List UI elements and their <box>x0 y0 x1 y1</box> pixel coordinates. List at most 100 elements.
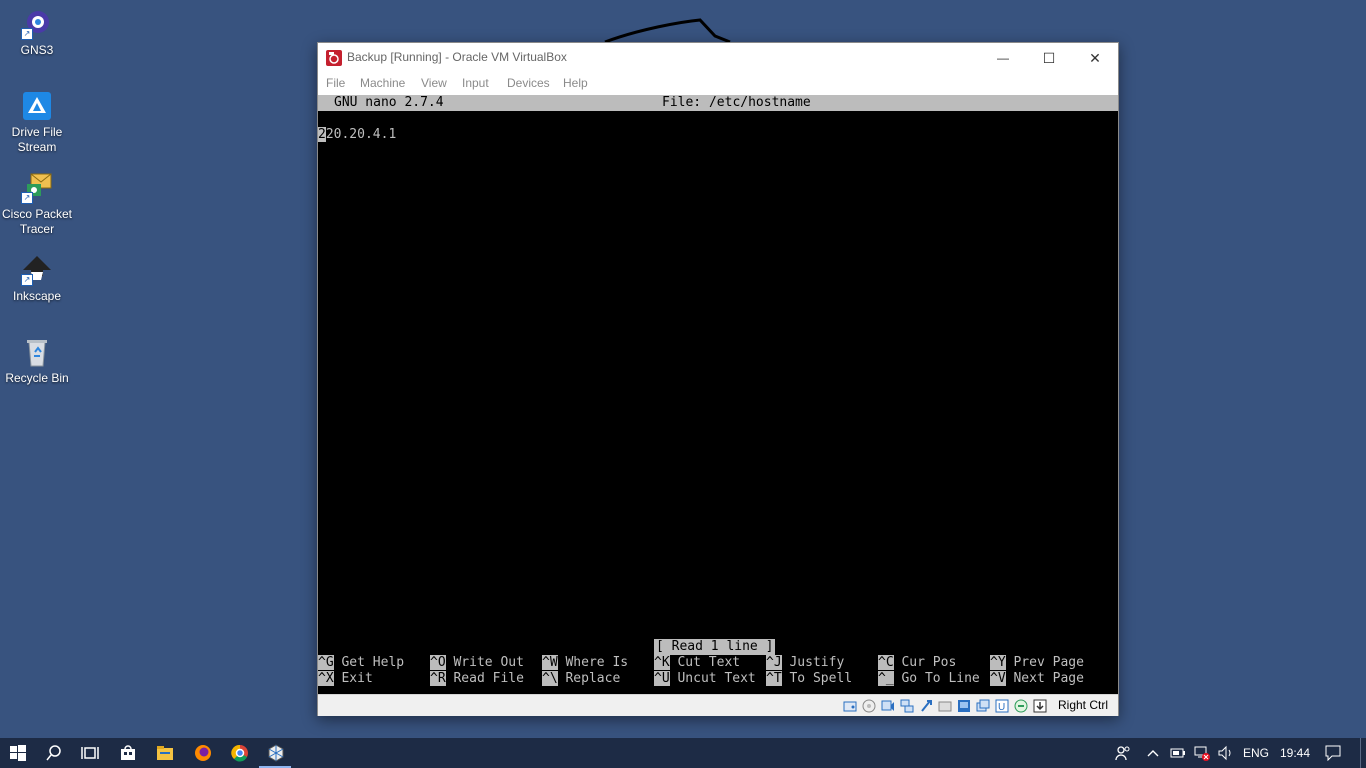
file-explorer-button[interactable] <box>147 738 183 768</box>
shared-folders-icon[interactable] <box>937 698 953 714</box>
people-button[interactable] <box>1106 738 1140 768</box>
shortcut-cur-pos: ^C Cur Pos <box>878 655 957 670</box>
desktop-icon-recycle-bin[interactable]: Recycle Bin <box>0 336 74 386</box>
window-titlebar[interactable]: Backup [Running] - Oracle VM VirtualBox … <box>318 43 1118 73</box>
nano-shortcuts-row-1: ^G Get Help ^O Write Out ^W Where Is ^K … <box>318 655 1118 671</box>
window-title: Backup [Running] - Oracle VM VirtualBox <box>347 50 567 64</box>
network-icon[interactable] <box>899 698 915 714</box>
shortcut-prev-page: ^Y Prev Page <box>990 655 1084 670</box>
video-capture-icon[interactable] <box>975 698 991 714</box>
action-center-button[interactable] <box>1318 738 1348 768</box>
minimize-button[interactable]: — <box>980 43 1026 73</box>
shortcut-write-out: ^O Write Out <box>430 655 524 670</box>
show-hidden-icons-button[interactable] <box>1140 738 1166 768</box>
menu-devices[interactable]: Devices <box>507 76 550 90</box>
chrome-button[interactable] <box>222 738 258 768</box>
display-icon[interactable] <box>956 698 972 714</box>
nano-shortcuts-row-2: ^X Exit ^R Read File ^\ Replace ^U Uncut… <box>318 671 1118 687</box>
notification-icon <box>1325 745 1341 761</box>
shortcut-justify: ^J Justify <box>766 655 845 670</box>
taskbar: ENG 19:44 <box>0 738 1366 768</box>
people-icon <box>1115 746 1130 761</box>
network-tray-button[interactable] <box>1190 738 1214 768</box>
shortcut-to-spell: ^T To Spell <box>766 671 853 686</box>
virtualbox-window: Backup [Running] - Oracle VM VirtualBox … <box>317 42 1119 716</box>
usb-icon[interactable] <box>918 698 934 714</box>
inkscape-icon: ↗ <box>21 254 53 286</box>
desktop-icon-label: Cisco Packet Tracer <box>1 207 73 236</box>
virtualbox-app-icon <box>326 50 342 66</box>
desktop-icon-inkscape[interactable]: ↗ Inkscape <box>0 254 74 304</box>
gns3-icon: ↗ <box>21 8 53 40</box>
search-icon <box>46 745 61 761</box>
start-icon <box>10 745 26 761</box>
chrome-icon <box>231 744 248 762</box>
shortcut-read-file: ^R Read File <box>430 671 524 686</box>
nano-filename: File: /etc/hostname <box>662 95 811 110</box>
desktop-icon-label: Recycle Bin <box>5 371 69 385</box>
shortcut-replace: ^\ Replace <box>542 671 621 686</box>
wallpaper-curve <box>604 18 731 44</box>
network-disconnected-icon <box>1194 746 1210 761</box>
shortcut-uncut-text: ^U Uncut Text <box>654 671 756 686</box>
shortcut-go-to-line: ^_ Go To Line <box>878 671 980 686</box>
host-key-label: Right Ctrl <box>1057 698 1108 712</box>
recording-icon[interactable]: U <box>994 698 1010 714</box>
menu-help[interactable]: Help <box>563 76 588 90</box>
desktop-icon-label: GNS3 <box>20 43 54 57</box>
battery-button[interactable] <box>1166 738 1190 768</box>
hard-disk-icon[interactable] <box>842 698 858 714</box>
desktop-icon-drive-file-stream[interactable]: Drive File Stream <box>0 90 74 155</box>
desktop-icon-label: Drive File Stream <box>11 125 63 154</box>
maximize-button[interactable]: ☐ <box>1026 43 1072 73</box>
desktop-icon-cisco-packet-tracer[interactable]: ↗ Cisco Packet Tracer <box>0 172 74 237</box>
nano-version: GNU nano 2.7.4 <box>334 95 444 110</box>
audio-icon[interactable] <box>880 698 896 714</box>
shortcut-where-is: ^W Where Is <box>542 655 629 670</box>
maximize-icon: ☐ <box>1042 49 1056 66</box>
language-indicator[interactable]: ENG <box>1243 746 1269 760</box>
vm-screen[interactable]: GNU nano 2.7.4 File: /etc/hostname 220.2… <box>318 95 1118 694</box>
firefox-icon <box>195 745 211 761</box>
virtualbox-taskbar-button[interactable] <box>258 738 294 768</box>
recycle-bin-icon <box>21 336 53 368</box>
nano-title-bar: GNU nano 2.7.4 File: /etc/hostname <box>318 95 1118 111</box>
packet-tracer-icon: ↗ <box>21 172 53 204</box>
firefox-button[interactable] <box>185 738 221 768</box>
menu-bar: File Machine View Input Devices Help <box>318 73 1118 95</box>
volume-button[interactable] <box>1214 738 1238 768</box>
virtualbox-icon <box>268 744 284 762</box>
minimize-icon: — <box>997 51 1009 65</box>
optical-drive-icon[interactable] <box>861 698 877 714</box>
menu-machine[interactable]: Machine <box>360 76 405 90</box>
close-button[interactable]: ✕ <box>1072 43 1118 73</box>
desktop-icon-gns3[interactable]: ↗ GNS3 <box>0 8 74 58</box>
task-view-button[interactable] <box>72 738 108 768</box>
start-button[interactable] <box>0 738 36 768</box>
vm-status-bar: U Right Ctrl <box>318 694 1118 716</box>
status-icons: U <box>842 698 1048 714</box>
file-content-line[interactable]: 220.20.4.1 <box>318 127 396 143</box>
close-icon: ✕ <box>1089 49 1101 66</box>
nano-status-message: [ Read 1 line ] <box>654 639 776 655</box>
svg-text:U: U <box>998 702 1005 713</box>
desktop-icon-label: Inkscape <box>12 289 62 303</box>
menu-view[interactable]: View <box>421 76 447 90</box>
mouse-integration-icon[interactable] <box>1032 698 1048 714</box>
store-icon <box>121 745 135 760</box>
cpu-icon[interactable] <box>1013 698 1029 714</box>
shortcut-exit: ^X Exit <box>318 671 373 686</box>
menu-file[interactable]: File <box>326 76 345 90</box>
search-button[interactable] <box>36 738 72 768</box>
shortcut-get-help: ^G Get Help <box>318 655 405 670</box>
volume-icon <box>1218 745 1231 761</box>
file-explorer-icon <box>157 746 173 760</box>
show-desktop-button[interactable] <box>1360 738 1366 768</box>
battery-icon <box>1170 748 1185 758</box>
clock[interactable]: 19:44 <box>1280 746 1310 760</box>
shortcut-next-page: ^V Next Page <box>990 671 1084 686</box>
drive-icon <box>21 90 53 122</box>
store-button[interactable] <box>110 738 146 768</box>
shortcut-cut-text: ^K Cut Text <box>654 655 741 670</box>
menu-input[interactable]: Input <box>462 76 489 90</box>
